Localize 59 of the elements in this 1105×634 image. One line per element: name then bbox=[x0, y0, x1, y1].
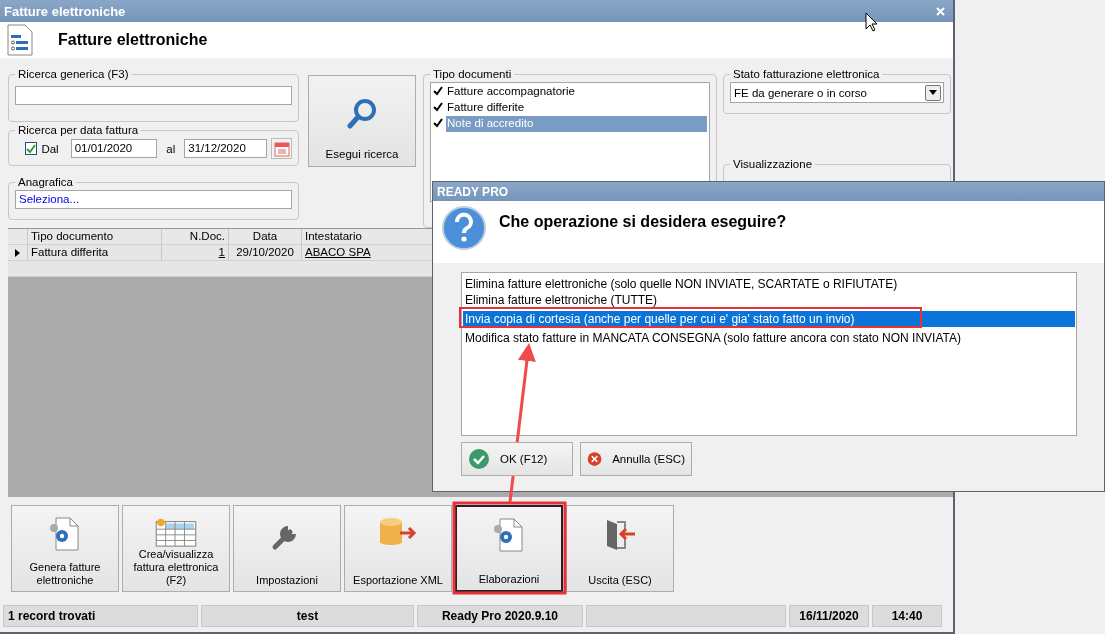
list-item[interactable]: Fatture accompagnatorie bbox=[446, 84, 707, 100]
page-heading: Fatture elettroniche bbox=[58, 31, 208, 49]
table-sun-icon bbox=[153, 516, 199, 548]
operation-option[interactable]: Modifica stato fatture in MANCATA CONSEGNA (solo fatture ancora con stato NON INVIATA) bbox=[463, 330, 1075, 346]
date-from-field[interactable]: 01/01/2020 bbox=[70, 139, 158, 158]
question-icon bbox=[441, 205, 487, 251]
column-header: Data bbox=[229, 229, 302, 244]
group-label: Ricerca generica (F3) bbox=[17, 68, 130, 80]
operation-option[interactable]: Invia copia di cortesia (anche per quelle per cui e' gia' stato fatto un invio) bbox=[463, 311, 1075, 327]
row-pointer-icon bbox=[15, 248, 20, 257]
check-icon bbox=[468, 448, 490, 470]
action-button[interactable]: Elaborazioni bbox=[455, 505, 563, 592]
search-field[interactable] bbox=[15, 86, 292, 105]
search-icon bbox=[347, 98, 377, 130]
calendar-button[interactable] bbox=[271, 138, 292, 159]
table-cell: 1 bbox=[162, 245, 229, 260]
status-panel: 1 record trovati bbox=[3, 605, 198, 627]
checkbox-label: Dal bbox=[41, 142, 59, 155]
customer-field[interactable]: Seleziona... bbox=[15, 190, 292, 209]
cancel-button[interactable]: Annulla (ESC) bbox=[580, 442, 692, 476]
database-arrow-icon bbox=[378, 516, 418, 548]
status-panel: 16/11/2020 bbox=[789, 605, 869, 627]
window-title: Fatture elettroniche bbox=[4, 3, 126, 19]
date-checkbox[interactable] bbox=[25, 142, 38, 155]
ok-button[interactable]: OK (F12) bbox=[461, 442, 573, 476]
action-button[interactable]: Esportazione XML bbox=[344, 505, 452, 592]
group-label: Anagrafica bbox=[17, 176, 74, 188]
group-label: Ricerca per data fattura bbox=[17, 124, 140, 136]
dropdown-button[interactable] bbox=[925, 84, 941, 101]
group-label: Visualizzazione bbox=[732, 158, 814, 170]
date-to-field[interactable]: 31/12/2020 bbox=[184, 139, 268, 158]
document-gear-icon bbox=[492, 517, 526, 553]
dialog-question: Che operazione si desidera eseguire? bbox=[499, 213, 787, 231]
dialog-title: READY PRO bbox=[437, 184, 509, 199]
close-icon[interactable] bbox=[936, 6, 945, 16]
action-button[interactable]: Impostazioni bbox=[233, 505, 341, 592]
checkbox[interactable] bbox=[433, 118, 445, 130]
column-header: Tipo documento bbox=[28, 229, 162, 244]
table-cell: 29/10/2020 bbox=[229, 245, 302, 260]
table-cell: Fattura differita bbox=[28, 245, 162, 260]
checkbox[interactable] bbox=[433, 102, 445, 114]
action-button[interactable]: Uscita (ESC) bbox=[566, 505, 674, 592]
search-button[interactable]: Esegui ricerca bbox=[308, 75, 416, 167]
list-item[interactable]: Fatture differite bbox=[446, 100, 707, 116]
operation-option[interactable]: Elimina fatture elettroniche (TUTTE) bbox=[463, 292, 1075, 308]
status-panel: test bbox=[201, 605, 414, 627]
document-gear-icon bbox=[48, 516, 82, 552]
column-header: N.Doc. bbox=[162, 229, 229, 244]
status-dropdown[interactable]: FE da generare o in corso bbox=[730, 82, 944, 103]
operation-option[interactable]: Elimina fatture elettroniche (solo quelle NON INVIATE, SCARTATE o RIFIUTATE) bbox=[463, 276, 1075, 292]
status-panel: Ready Pro 2020.9.10 bbox=[417, 605, 583, 627]
action-button[interactable]: Crea/visualizza fattura elettronica (F2) bbox=[122, 505, 230, 592]
status-panel: 14:40 bbox=[872, 605, 942, 627]
group-label: Tipo documenti bbox=[432, 68, 513, 80]
caret-icon bbox=[929, 90, 937, 95]
date-separator: al bbox=[166, 142, 176, 155]
group-label: Stato fatturazione elettronica bbox=[732, 68, 881, 80]
checkbox[interactable] bbox=[433, 86, 445, 98]
action-button[interactable]: Genera fatture elettroniche bbox=[11, 505, 119, 592]
